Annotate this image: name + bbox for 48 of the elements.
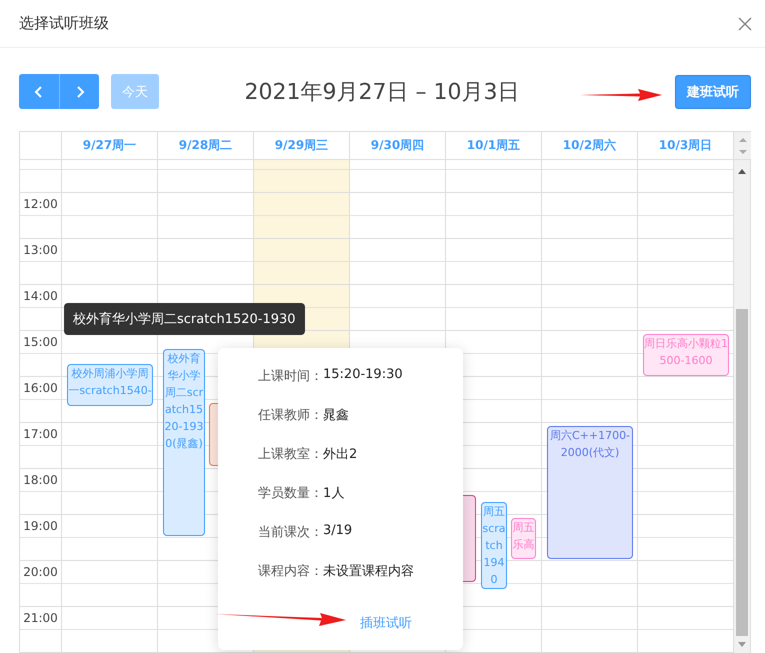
detail-label: 课程内容： [258,563,323,581]
detail-label: 任课教师： [258,407,323,425]
detail-label: 学员数量： [258,485,323,503]
scroll-down-icon[interactable] [738,642,746,648]
scrollbar-thumb[interactable] [736,309,748,636]
detail-value: 1人 [323,485,344,503]
time-label: 12:00 [22,197,59,211]
scrollbar-arrows-icon[interactable] [734,132,751,159]
create-class-button[interactable]: 建班试听 [675,74,751,108]
day-header: 10/1周五 [446,132,542,159]
time-label: 18:00 [22,473,59,487]
class-event[interactable]: 周五scratch1940 [481,502,507,589]
day-header: 9/28周二 [158,132,254,159]
day-header: 9/29周三 [254,132,350,159]
detail-value: 3/19 [323,523,352,540]
time-label: 14:00 [22,289,59,303]
class-event[interactable]: 校外育华小学周二scratch1520-1930(晁鑫) [163,349,205,536]
class-event[interactable]: 校外周浦小学周一scratch1540- [67,364,153,406]
day-header: 10/2周六 [542,132,638,159]
scroll-up-icon[interactable] [738,168,746,174]
detail-value: 15:20-19:30 [323,367,403,384]
class-event[interactable]: 周六C++1700-2000(代文) [547,426,633,559]
date-range-title: 2021年9月27日 – 10月3日 [244,78,520,106]
time-label: 19:00 [22,519,59,533]
close-icon[interactable] [738,16,752,30]
time-label: 17:00 [22,427,59,441]
day-header: 9/30周四 [350,132,446,159]
class-event[interactable]: 周日乐高小颗粒1500-1600 [643,334,729,376]
detail-label: 上课教室： [258,446,323,464]
event-tooltip: 校外育华小学周二scratch1520-1930 [64,303,305,335]
time-label: 13:00 [22,243,59,257]
detail-value: 外出2 [323,446,358,464]
time-label: 21:00 [22,611,59,625]
time-label: 20:00 [22,565,59,579]
detail-label: 当前课次： [258,524,323,542]
time-label: 16:00 [22,381,59,395]
next-week-button[interactable] [59,74,99,109]
class-event[interactable]: 周五乐高 [511,518,536,559]
detail-value: 未设置课程内容 [323,563,414,581]
detail-label: 上课时间： [258,368,323,386]
detail-value: 晁鑫 [323,407,349,425]
dialog-title: 选择试听班级 [19,14,109,33]
time-label: 15:00 [22,335,59,349]
chevron-left-icon [34,84,44,98]
previous-week-button[interactable] [19,74,59,109]
day-header: 9/27周一 [62,132,158,159]
join-trial-link[interactable]: 插班试听 [360,614,412,632]
chevron-right-icon [74,84,84,98]
